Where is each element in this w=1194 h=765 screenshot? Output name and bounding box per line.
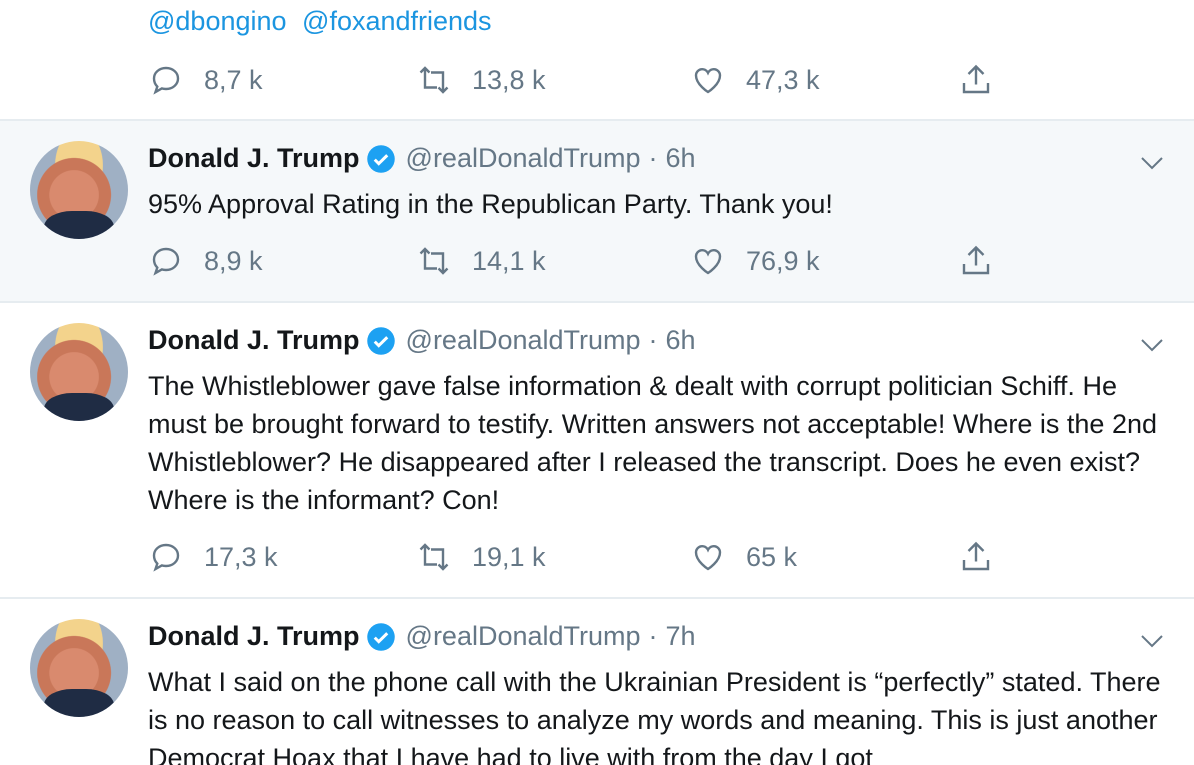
verified-badge-icon — [366, 622, 395, 651]
author-name[interactable]: Donald J. Trump — [148, 621, 360, 652]
tweet-header: Donald J. Trump @realDonaldTrump · 7h — [148, 621, 696, 652]
like-icon — [694, 68, 722, 94]
verified-badge-icon — [366, 326, 395, 355]
chevron-down-icon[interactable] — [1140, 337, 1164, 353]
verified-badge-icon — [366, 144, 395, 173]
retweet-button[interactable]: 19,1 k — [416, 539, 546, 575]
like-count: 76,9 k — [746, 245, 820, 276]
mention-link[interactable]: @dbongino — [148, 6, 287, 36]
tweet[interactable]: Donald J. Trump @realDonaldTrump · 7h Wh… — [0, 599, 1194, 765]
tweet[interactable]: Donald J. Trump @realDonaldTrump · 6h 95… — [0, 121, 1194, 301]
reply-count: 8,7 k — [204, 64, 263, 95]
author-name[interactable]: Donald J. Trump — [148, 325, 360, 356]
mention-link[interactable]: @foxandfriends — [302, 6, 492, 36]
reply-button[interactable]: 8,7 k — [148, 62, 263, 98]
author-name[interactable]: Donald J. Trump — [148, 143, 360, 174]
share-button[interactable] — [958, 539, 1014, 575]
tweet-timestamp[interactable]: 7h — [666, 621, 696, 652]
reply-icon — [152, 543, 180, 572]
share-icon — [962, 64, 990, 94]
separator-dot: · — [648, 325, 658, 355]
avatar[interactable] — [30, 323, 128, 421]
like-icon — [694, 545, 722, 571]
tweet-mentions: @dbongino @foxandfriends — [148, 6, 500, 37]
share-icon — [962, 541, 990, 571]
reply-button[interactable]: 8,9 k — [148, 243, 263, 279]
tweet-header: Donald J. Trump @realDonaldTrump · 6h — [148, 325, 696, 356]
reply-count: 8,9 k — [204, 245, 263, 276]
share-icon — [962, 245, 990, 275]
share-button[interactable] — [958, 62, 1014, 98]
tweet-timestamp[interactable]: 6h — [666, 325, 696, 356]
author-handle[interactable]: @realDonaldTrump — [406, 621, 641, 652]
tweet-text: The Whistleblower gave false information… — [148, 371, 1157, 515]
retweet-button[interactable]: 13,8 k — [416, 62, 546, 98]
share-button[interactable] — [958, 243, 1014, 279]
tweet-header: Donald J. Trump @realDonaldTrump · 6h — [148, 143, 696, 174]
tweet-timestamp[interactable]: 6h — [666, 143, 696, 174]
avatar[interactable] — [30, 619, 128, 717]
tweet-actions: 8,9 k 14,1 k 76,9 k — [148, 243, 1048, 283]
author-handle[interactable]: @realDonaldTrump — [406, 143, 641, 174]
retweet-icon — [419, 543, 449, 571]
author-handle[interactable]: @realDonaldTrump — [406, 325, 641, 356]
tweet-text: 95% Approval Rating in the Republican Pa… — [148, 189, 833, 219]
reply-count: 17,3 k — [204, 541, 278, 572]
like-icon — [694, 249, 722, 275]
reply-icon — [152, 66, 180, 95]
retweet-icon — [419, 66, 449, 94]
like-count: 47,3 k — [746, 64, 820, 95]
chevron-down-icon[interactable] — [1140, 633, 1164, 649]
like-count: 65 k — [746, 541, 798, 572]
previous-tweet-fragment: @dbongino @foxandfriends 8,7 k 13,8 k 47… — [0, 0, 1194, 120]
chevron-down-icon[interactable] — [1140, 155, 1164, 171]
avatar[interactable] — [30, 141, 128, 239]
retweet-count: 19,1 k — [472, 541, 546, 572]
reply-button[interactable]: 17,3 k — [148, 539, 278, 575]
like-button[interactable]: 65 k — [690, 539, 797, 575]
separator-dot: · — [648, 621, 658, 651]
like-button[interactable]: 76,9 k — [690, 243, 820, 279]
like-button[interactable]: 47,3 k — [690, 62, 820, 98]
retweet-icon — [419, 247, 449, 275]
retweet-button[interactable]: 14,1 k — [416, 243, 546, 279]
retweet-count: 14,1 k — [472, 245, 546, 276]
tweet-actions: 17,3 k 19,1 k 65 k — [148, 539, 1048, 579]
reply-icon — [152, 247, 180, 276]
tweet-actions: 8,7 k 13,8 k 47,3 k — [148, 62, 1048, 102]
retweet-count: 13,8 k — [472, 64, 546, 95]
tweet-text: What I said on the phone call with the U… — [148, 667, 1161, 765]
separator-dot: · — [648, 143, 658, 173]
tweet[interactable]: Donald J. Trump @realDonaldTrump · 6h Th… — [0, 303, 1194, 597]
